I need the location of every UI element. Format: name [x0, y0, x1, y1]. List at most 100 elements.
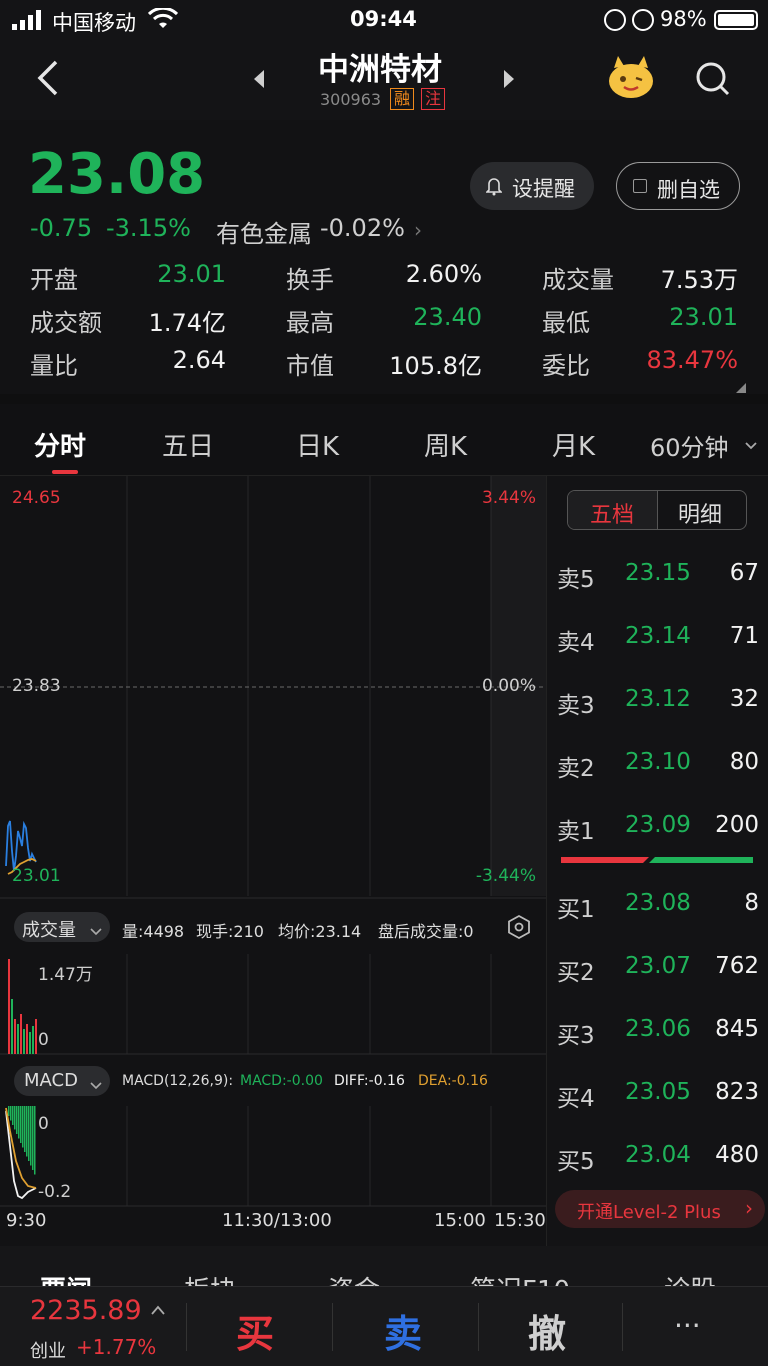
time-axis-label: 9:30 [6, 1210, 47, 1231]
buy-row-2[interactable]: 买2 23.07 762 [547, 947, 768, 987]
macd-histogram-bar [14, 1106, 16, 1130]
back-icon[interactable] [34, 58, 60, 102]
prev-stock-icon[interactable] [252, 68, 266, 94]
stat-value: 2.64 [172, 346, 226, 374]
expand-corner-icon[interactable] [736, 378, 746, 397]
index-ticker[interactable]: 2235.89 创业 +1.77% [0, 1287, 186, 1366]
sector-change[interactable]: -0.02% [320, 214, 405, 242]
volume-selector-label: 成交量 [22, 920, 76, 941]
stat-label: 最高 [286, 309, 334, 337]
badge-zhu: 注 [421, 88, 446, 110]
volume-selector[interactable]: 成交量 [14, 912, 110, 942]
minus-box-icon [633, 179, 647, 193]
stat-label: 最低 [542, 309, 590, 337]
tab-news[interactable]: 要闻 [40, 1270, 92, 1286]
tab-five-levels-label: 五档 [590, 503, 635, 528]
ob-volume: 8 [744, 890, 759, 916]
sector-name[interactable]: 有色金属 [216, 214, 312, 249]
order-book: 五档 明细 卖5 23.15 67 卖4 23.14 71 卖3 23.12 32 卖2 23… [546, 476, 768, 1246]
cancel-order-button[interactable]: 撤 [528, 1303, 566, 1358]
sell-row-5[interactable]: 卖5 23.15 67 [547, 554, 768, 594]
time-axis-label: 15:30 [494, 1210, 546, 1231]
stat-label: 量比 [30, 352, 78, 380]
ob-label: 卖1 [557, 819, 595, 845]
search-icon[interactable] [694, 60, 732, 102]
stock-name: 中洲特材 [318, 52, 442, 88]
stat-value: 23.01 [157, 260, 226, 288]
bell-icon [485, 176, 503, 200]
current-price: 23.08 [28, 142, 206, 207]
volume-bar [14, 1019, 16, 1054]
level2-upgrade-button[interactable]: 开通Level-2 Plus › [555, 1190, 765, 1228]
tab-weekly-k[interactable]: 周K [424, 426, 467, 463]
macd-selector[interactable]: MACD [14, 1066, 110, 1096]
tab-details[interactable]: 明细 [658, 491, 746, 529]
remove-watchlist-label: 删自选 [657, 178, 720, 202]
stat-label: 成交额 [30, 309, 102, 337]
chart-tabs: 分时 五日 日K 周K 月K 60分钟 [0, 404, 768, 476]
time-axis-label: 15:00 [434, 1210, 486, 1231]
ob-price: 23.12 [625, 686, 691, 712]
clock-time: 09:44 [350, 7, 417, 31]
carrier-label: 中国移动 [52, 11, 136, 35]
chevron-down-icon[interactable] [745, 436, 757, 455]
tab-60min[interactable]: 60分钟 [650, 428, 729, 463]
macd-histogram-bar [12, 1106, 14, 1125]
tab-five-levels[interactable]: 五档 [568, 491, 658, 529]
settings-hex-icon[interactable] [506, 914, 532, 944]
macd-dea: DEA:-0.16 [418, 1073, 488, 1089]
status-bar: 中国移动 09:44 98% [0, 0, 768, 40]
price-change: -0.75 [30, 214, 93, 242]
tab-daily-k[interactable]: 日K [296, 426, 339, 463]
tab-f10[interactable]: 简况F10 [470, 1270, 570, 1286]
y-axis-mid-label: 23.83 [12, 676, 61, 696]
macd-histogram-bar [26, 1106, 28, 1157]
volume-bar [35, 1019, 37, 1054]
mascot-icon[interactable] [606, 54, 656, 104]
macd-params: MACD(12,26,9): [122, 1073, 234, 1089]
tab-sector[interactable]: 板块 [184, 1270, 236, 1286]
chevron-right-icon: › [745, 1196, 753, 1220]
macd-histogram-bar [8, 1106, 10, 1116]
sell-button[interactable]: 卖 [384, 1303, 422, 1358]
tab-monthly-k[interactable]: 月K [552, 426, 595, 463]
sell-row-4[interactable]: 卖4 23.14 71 [547, 617, 768, 657]
macd-histogram-bar [32, 1106, 34, 1170]
volume-qty: 量:4498 [122, 922, 185, 941]
tab-five-day[interactable]: 五日 [162, 426, 214, 463]
level2-label: 开通Level-2 Plus [577, 1202, 721, 1223]
ob-price: 23.06 [625, 1016, 691, 1042]
stat-label: 成交量 [542, 266, 614, 294]
pct-axis-top-label: 3.44% [481, 488, 536, 508]
chevron-down-icon [90, 1076, 102, 1095]
sell-row-1[interactable]: 卖1 23.09 200 [547, 806, 768, 846]
stat-label: 换手 [286, 266, 334, 294]
index-name: 创业 [30, 1341, 66, 1362]
intraday-chart[interactable]: 24.65 3.44% 23.83 0.00% 23.01 -3.44% 成交量… [0, 476, 546, 1246]
stat-value: 2.60% [405, 260, 482, 288]
macd-histogram-bar [20, 1106, 22, 1143]
buy-button[interactable]: 买 [236, 1303, 274, 1358]
volume-bar [8, 959, 10, 1054]
buy-row-4[interactable]: 买4 23.05 823 [547, 1073, 768, 1113]
ob-label: 买4 [557, 1086, 595, 1112]
buy-row-5[interactable]: 买5 23.04 480 [547, 1136, 768, 1176]
chevron-down-icon [90, 922, 102, 941]
index-value: 2235.89 [30, 1295, 142, 1326]
tab-details-label: 明细 [678, 503, 723, 528]
sell-row-3[interactable]: 卖3 23.12 32 [547, 680, 768, 720]
set-alert-button[interactable]: 设提醒 [470, 162, 594, 210]
macd-low-label: -0.2 [38, 1182, 72, 1202]
tab-diagnosis[interactable]: 诊股 [664, 1270, 716, 1286]
tab-intraday[interactable]: 分时 [34, 426, 86, 463]
tab-funds[interactable]: 资金 [328, 1270, 380, 1286]
volume-now: 现手:210 [196, 922, 264, 941]
buy-row-3[interactable]: 买3 23.06 845 [547, 1010, 768, 1050]
macd-value: MACD:-0.00 [240, 1073, 323, 1089]
sell-row-2[interactable]: 卖2 23.10 80 [547, 743, 768, 783]
next-stock-icon[interactable] [502, 68, 516, 94]
remove-watchlist-button[interactable]: 删自选 [616, 162, 740, 210]
footer-divider [186, 1303, 187, 1351]
buy-row-1[interactable]: 买1 23.08 8 [547, 884, 768, 924]
more-button[interactable]: ··· [674, 1309, 701, 1342]
